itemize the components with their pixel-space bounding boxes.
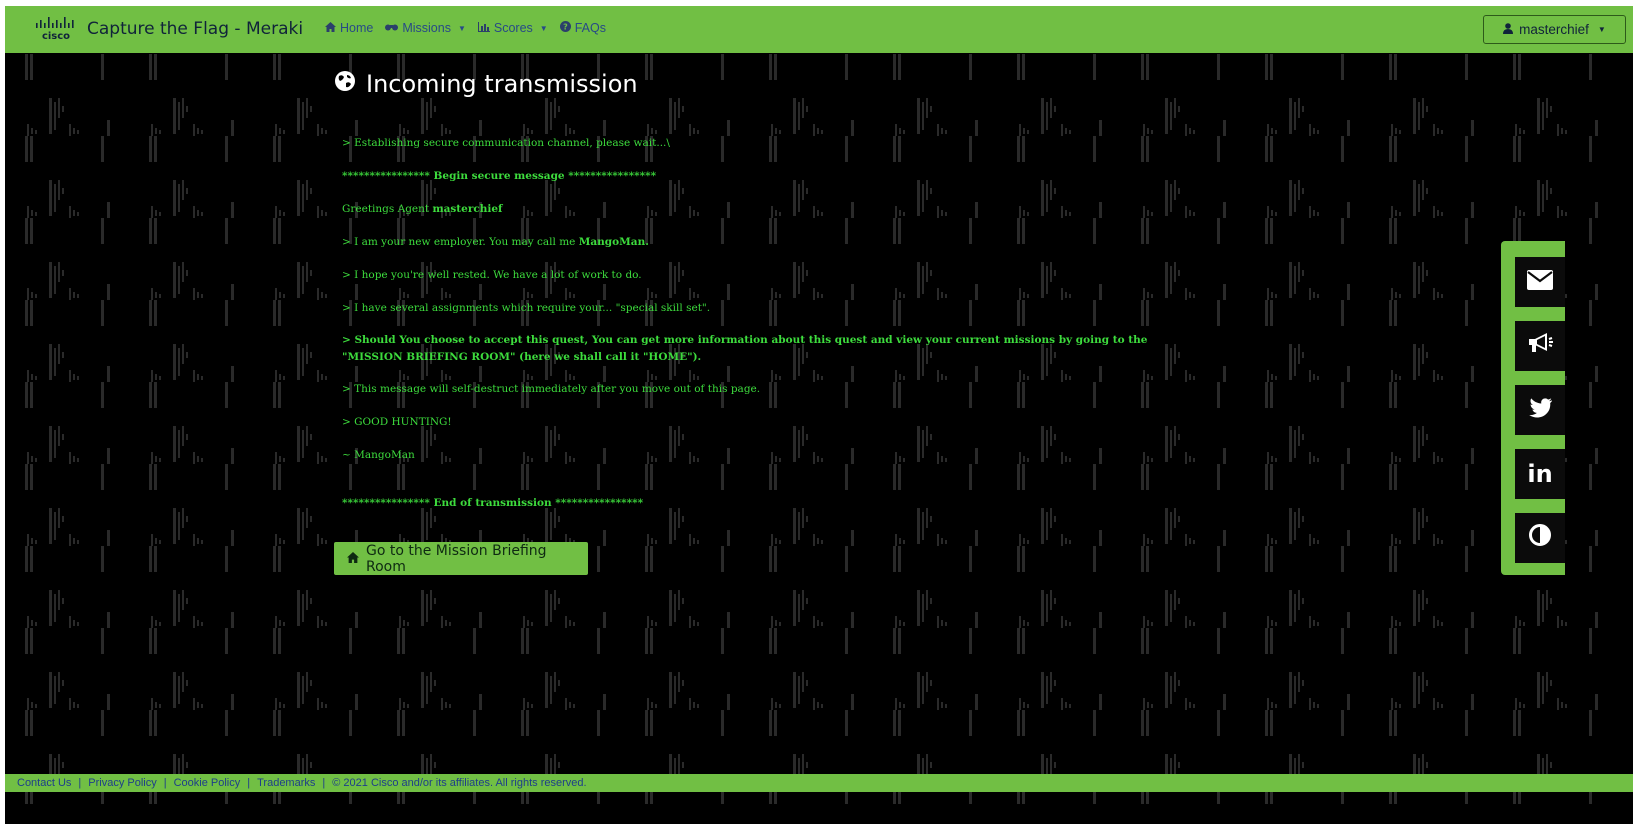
viewport: cisco Capture the Flag - Meraki Home Mis… bbox=[5, 6, 1633, 824]
footer-separator: | bbox=[78, 777, 82, 789]
message-line: Greetings Agent masterchief bbox=[342, 203, 503, 215]
nav-scores[interactable]: Scores ▼ bbox=[477, 21, 548, 35]
contrast-icon bbox=[1529, 524, 1551, 552]
nav-home-label: Home bbox=[340, 21, 374, 35]
nav-missions-label: Missions bbox=[402, 21, 451, 35]
binoculars-icon bbox=[385, 22, 399, 34]
twitter-button[interactable] bbox=[1515, 385, 1565, 435]
page-frame: cisco Capture the Flag - Meraki Home Mis… bbox=[0, 0, 1633, 824]
footer-link-privacy[interactable]: Privacy Policy bbox=[88, 777, 156, 789]
footer-link-trademarks[interactable]: Trademarks bbox=[257, 777, 315, 789]
nav-faqs-label: FAQs bbox=[574, 21, 606, 35]
footer-link-cookie[interactable]: Cookie Policy bbox=[174, 777, 241, 789]
transmission-panel: Incoming transmission > Establishing sec… bbox=[334, 64, 1234, 575]
top-navbar: cisco Capture the Flag - Meraki Home Mis… bbox=[5, 6, 1633, 53]
chevron-down-icon: ▼ bbox=[457, 23, 466, 33]
message-line: > I hope you're well rested. We have a l… bbox=[342, 269, 642, 281]
footer: Contact Us | Privacy Policy | Cookie Pol… bbox=[5, 774, 1633, 792]
globe-icon bbox=[334, 70, 356, 98]
message-line: **************** Begin secure message **… bbox=[342, 170, 657, 182]
question-circle-icon: ? bbox=[559, 21, 571, 35]
linkedin-icon: in bbox=[1527, 460, 1553, 488]
mission-briefing-button[interactable]: Go to the Mission Briefing Room bbox=[334, 542, 588, 575]
nav-home[interactable]: Home bbox=[325, 21, 373, 35]
chevron-down-icon: ▼ bbox=[1597, 25, 1606, 34]
nav-scores-label: Scores bbox=[493, 21, 533, 35]
message-line: > GOOD HUNTING! bbox=[342, 416, 452, 428]
footer-copyright: © 2021 Cisco and/or its affiliates. All … bbox=[332, 777, 587, 789]
message-line: **************** End of transmission ***… bbox=[342, 497, 644, 509]
message-line: "MISSION BRIEFING ROOM" (here we shall c… bbox=[342, 351, 702, 363]
mission-briefing-button-label: Go to the Mission Briefing Room bbox=[366, 542, 547, 575]
svg-text:?: ? bbox=[563, 23, 568, 32]
announcement-button[interactable] bbox=[1515, 321, 1565, 371]
nav-missions[interactable]: Missions ▼ bbox=[385, 21, 466, 35]
bar-chart-icon bbox=[477, 21, 490, 35]
message-line: > I am your new employer. You may call m… bbox=[342, 236, 649, 248]
contrast-toggle-button[interactable] bbox=[1515, 513, 1565, 563]
user-menu-button[interactable]: masterchief ▼ bbox=[1483, 15, 1626, 44]
cisco-logo-text: cisco bbox=[42, 31, 70, 42]
message-line: > I have several assignments which requi… bbox=[342, 302, 711, 314]
home-icon bbox=[325, 21, 336, 35]
megaphone-icon bbox=[1527, 331, 1553, 361]
linkedin-button[interactable]: in bbox=[1515, 449, 1565, 499]
cisco-background-pattern bbox=[5, 54, 1633, 804]
app-title[interactable]: Capture the Flag - Meraki bbox=[87, 19, 303, 39]
cisco-logo[interactable]: cisco bbox=[32, 15, 80, 43]
email-button[interactable] bbox=[1515, 257, 1565, 307]
footer-separator: | bbox=[247, 777, 251, 789]
message-line: ~ MangoMan bbox=[342, 449, 415, 461]
footer-separator: | bbox=[322, 777, 326, 789]
social-side-panel: in bbox=[1501, 241, 1565, 575]
nav-faqs[interactable]: ? FAQs bbox=[559, 21, 606, 35]
envelope-icon bbox=[1527, 268, 1553, 296]
user-icon bbox=[1503, 22, 1514, 37]
page-title-text: Incoming transmission bbox=[366, 70, 638, 98]
nav-links: Home Missions ▼ Scores ▼ ? FAQs bbox=[325, 21, 606, 35]
home-icon bbox=[347, 551, 359, 567]
message-line: > This message will self-destruct immedi… bbox=[342, 383, 761, 395]
message-line: > Establishing secure communication chan… bbox=[342, 137, 670, 149]
page-title: Incoming transmission bbox=[334, 64, 1234, 104]
twitter-icon bbox=[1528, 396, 1552, 424]
footer-link-contact[interactable]: Contact Us bbox=[17, 777, 71, 789]
footer-separator: | bbox=[163, 777, 167, 789]
username: masterchief bbox=[1519, 22, 1589, 37]
message-line: > Should You choose to accept this quest… bbox=[342, 334, 1148, 346]
chevron-down-icon: ▼ bbox=[539, 23, 548, 33]
